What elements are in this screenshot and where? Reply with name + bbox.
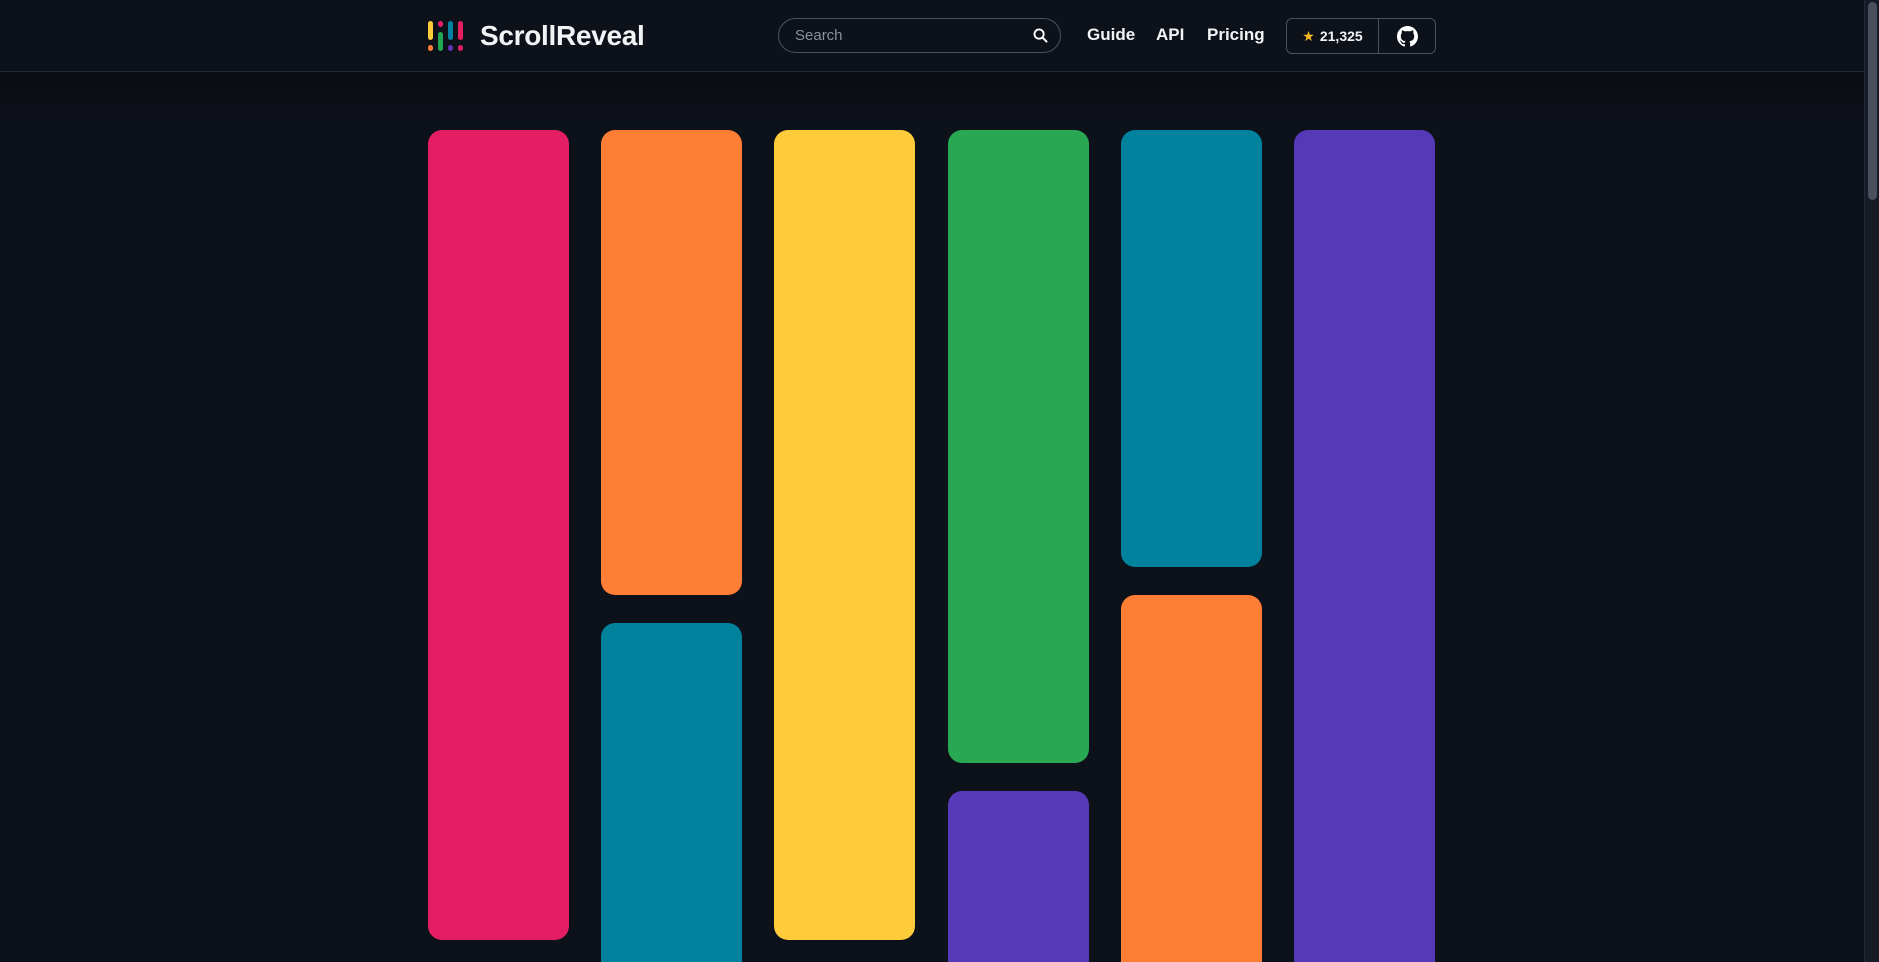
github-icon: [1396, 25, 1418, 46]
scrollbar-thumb[interactable]: [1868, 2, 1877, 200]
logo-mark-bar: [428, 21, 433, 40]
search-input[interactable]: [795, 19, 1025, 52]
github-stars-count: 21,325: [1319, 28, 1363, 44]
page-scrollbar[interactable]: [1864, 0, 1879, 962]
site-header: ScrollReveal Guide API Pricing ★ 21,325: [0, 0, 1864, 72]
star-icon: ★: [1302, 27, 1315, 44]
github-link-button[interactable]: [1379, 19, 1435, 53]
logo-mark-dot: [428, 45, 433, 51]
page: ScrollReveal Guide API Pricing ★ 21,325: [0, 0, 1879, 962]
search-box[interactable]: [778, 18, 1061, 53]
logo-mark-dot: [438, 21, 443, 27]
logo-mark-bar: [458, 21, 463, 40]
tile-teal: [1121, 130, 1262, 567]
logo-mark-icon: [427, 18, 467, 54]
tile-purple: [948, 791, 1089, 962]
tile-pink: [428, 130, 569, 940]
nav-guide-link[interactable]: Guide: [1087, 24, 1135, 46]
tile-yellow: [774, 130, 915, 940]
tile-green: [948, 130, 1089, 763]
logo-mark-dot: [448, 45, 453, 51]
github-stars-button[interactable]: ★ 21,325: [1287, 19, 1379, 53]
header-shadow: [0, 72, 1864, 126]
logo-mark-bar: [438, 32, 443, 51]
tile-orange: [601, 130, 742, 595]
nav-pricing-link[interactable]: Pricing: [1207, 24, 1265, 46]
search-icon[interactable]: [1032, 27, 1049, 44]
logo-link[interactable]: ScrollReveal: [427, 18, 645, 54]
tile-purple: [1294, 130, 1435, 962]
nav-api-link[interactable]: API: [1156, 24, 1184, 46]
logo-mark-dot: [458, 45, 463, 51]
tile-teal: [601, 623, 742, 962]
logo-mark-bar: [448, 21, 453, 40]
tile-orange: [1121, 595, 1262, 962]
github-button-group: ★ 21,325: [1286, 18, 1436, 54]
logo-text: ScrollReveal: [480, 20, 645, 51]
